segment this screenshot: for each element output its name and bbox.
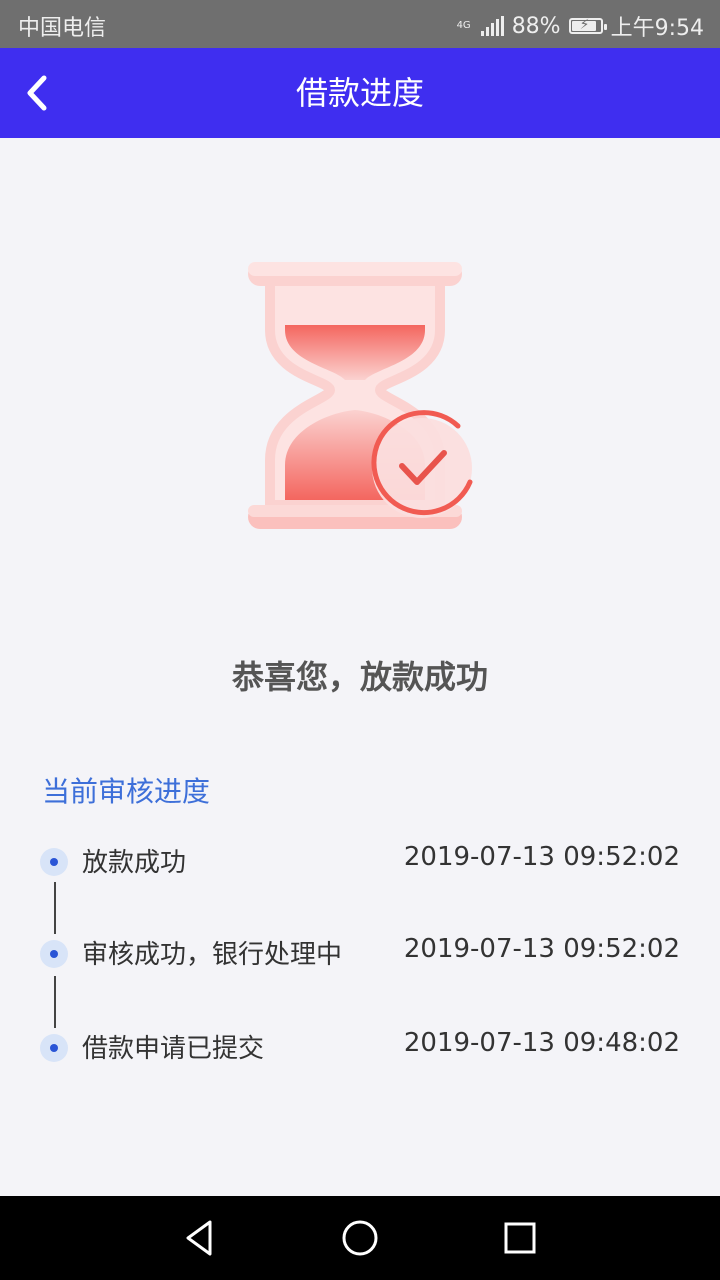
hourglass-check-icon bbox=[230, 250, 500, 550]
status-icons: 4G 88% ⚡ 上午9:54 bbox=[457, 10, 704, 42]
result-message: 恭喜您，放款成功 bbox=[231, 658, 488, 696]
network-type: 4G bbox=[456, 20, 471, 31]
carrier-name: 中国电信 bbox=[18, 16, 107, 41]
battery-icon: ⚡ bbox=[568, 17, 607, 34]
timeline-item: 审核成功，银行处理中 2019-07-13 09:52:02 bbox=[40, 928, 680, 978]
circle-home-icon bbox=[342, 1220, 378, 1256]
timeline-dot-icon bbox=[40, 848, 68, 876]
timeline-item: 借款申请已提交 2019-07-13 09:48:02 bbox=[40, 1022, 680, 1072]
timeline-connector bbox=[54, 882, 56, 934]
system-nav-bar bbox=[0, 1196, 720, 1280]
timeline-item-time: 2019-07-13 09:48:02 bbox=[403, 1028, 680, 1058]
timeline-item-label: 放款成功 bbox=[82, 848, 187, 878]
nav-home-button[interactable] bbox=[338, 1216, 382, 1260]
page-title: 借款进度 bbox=[295, 74, 424, 112]
charging-icon: ⚡ bbox=[579, 17, 590, 33]
clock: 上午9:54 bbox=[610, 16, 704, 41]
timeline-dot-icon bbox=[40, 940, 68, 968]
progress-section-title: 当前审核进度 bbox=[42, 775, 211, 808]
timeline-item-time: 2019-07-13 09:52:02 bbox=[403, 934, 680, 964]
signal-icon bbox=[480, 16, 504, 36]
app-header: 借款进度 bbox=[0, 48, 720, 138]
timeline-item-label: 借款申请已提交 bbox=[82, 1034, 265, 1064]
triangle-back-icon bbox=[186, 1220, 212, 1256]
timeline-item-time: 2019-07-13 09:52:02 bbox=[403, 842, 680, 872]
timeline-connector bbox=[54, 976, 56, 1028]
timeline-item: 放款成功 2019-07-13 09:52:02 bbox=[40, 836, 680, 886]
nav-back-button[interactable] bbox=[178, 1216, 222, 1260]
battery-percent: 88% bbox=[511, 13, 561, 39]
timeline-item-label: 审核成功，银行处理中 bbox=[82, 940, 343, 970]
timeline-dot-icon bbox=[40, 1034, 68, 1062]
nav-recents-button[interactable] bbox=[498, 1216, 542, 1260]
status-bar: 中国电信 4G 88% ⚡ 上午9:54 bbox=[0, 0, 720, 48]
square-recents-icon bbox=[504, 1222, 536, 1254]
